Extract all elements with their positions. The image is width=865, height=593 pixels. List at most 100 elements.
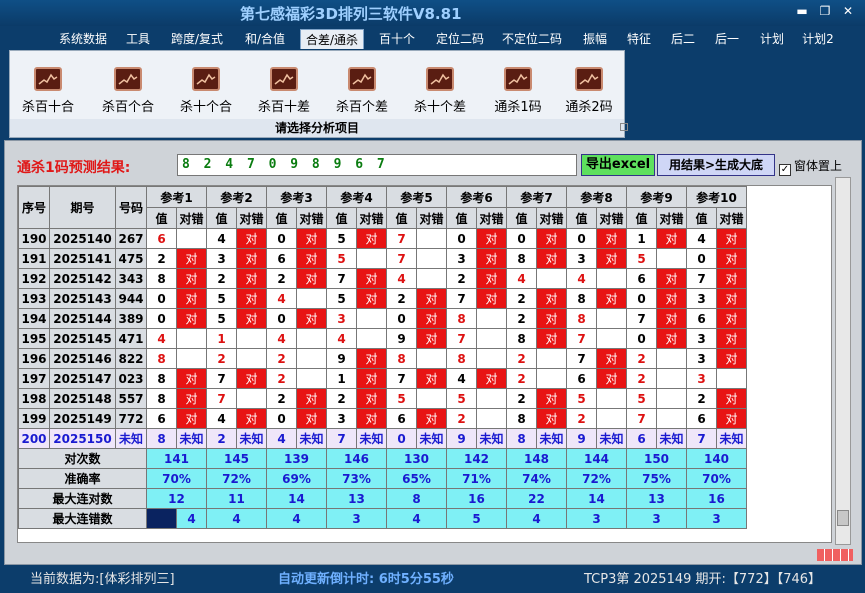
menu-item[interactable]: 计划	[759, 29, 785, 49]
cell-value: 2	[506, 308, 537, 329]
cell-hit	[476, 388, 507, 409]
cell-value: 1	[626, 228, 657, 249]
unknown-cell: 未知	[476, 428, 507, 449]
menu-item[interactable]: 特征	[626, 29, 652, 49]
table-row[interactable]: 198 2025148 557 8 对 7 2 对 2 对 5 5 2 对 5 5 2 对	[18, 388, 747, 409]
cell-hit	[296, 328, 327, 349]
predicted-value: 0	[386, 428, 417, 449]
cell-hit	[176, 348, 207, 369]
table-row[interactable]: 194 2025144 389 0 对 5 对 0 对 3 0 对 8 2 对 8 7 对 6 对	[18, 308, 747, 329]
stats-value: 3	[626, 508, 687, 529]
menu-item[interactable]: 跨度/复式	[168, 29, 226, 49]
hit-header: 对错	[296, 207, 327, 229]
cell-hit: 对	[296, 248, 327, 269]
row-period: 2025142	[49, 268, 116, 289]
cell-value: 7	[686, 268, 717, 289]
cell-hit: 对	[236, 288, 267, 309]
dialog-launcher-icon[interactable]	[620, 123, 628, 131]
menu-item[interactable]: 振幅	[582, 29, 608, 49]
cell-value: 4	[206, 408, 237, 429]
cell-value: 2	[506, 288, 537, 309]
generate-base-button[interactable]: 用结果>生成大底	[657, 154, 775, 176]
ribbon-button[interactable]: 杀百个合	[98, 67, 158, 117]
cell-value: 5	[566, 388, 597, 409]
menu-item[interactable]: 百十个	[378, 29, 416, 49]
table-row[interactable]: 197 2025147 023 8 对 7 对 2 1 对 7 对 4 对 2 6 对 2 3	[18, 368, 747, 389]
stats-value: 5	[446, 508, 507, 529]
table-row[interactable]: 195 2025145 471 4 1 4 4 9 对 7 8 对 7 0 对 3 对	[18, 328, 747, 349]
cell-value: 7	[326, 268, 357, 289]
cell-value: 8	[146, 268, 177, 289]
cell-hit	[656, 408, 687, 429]
ribbon-button[interactable]: 通杀2码	[559, 67, 619, 117]
cell-value: 6	[686, 408, 717, 429]
hit-header: 对错	[176, 207, 207, 229]
cell-value: 0	[146, 308, 177, 329]
cell-hit: 对	[656, 228, 687, 249]
cell-hit: 对	[176, 388, 207, 409]
restore-button[interactable]: ❐	[815, 4, 835, 20]
ribbon-button-label: 杀百个合	[101, 100, 154, 115]
menu-item[interactable]: 定位二码	[434, 29, 486, 49]
table-row[interactable]: 199 2025149 772 6 对 4 对 0 对 3 对 6 对 2 8 对 2 7 6 对	[18, 408, 747, 429]
table-row[interactable]: 191 2025141 475 2 对 3 对 6 对 5 7 3 对 8 对 3 对 5 0 对	[18, 248, 747, 269]
export-excel-button[interactable]: 导出excel	[581, 154, 655, 176]
chart-icon	[192, 67, 220, 91]
stats-value: 16	[686, 488, 747, 509]
prediction-result-field[interactable]: 8 2 4 7 0 9 8 9 6 7	[177, 154, 577, 176]
cell-hit	[416, 348, 447, 369]
ribbon-button[interactable]: 杀十个合	[176, 67, 236, 117]
cell-hit	[596, 408, 627, 429]
cell-value: 3	[686, 288, 717, 309]
ribbon-caption: 请选择分析项目	[10, 119, 624, 137]
row-seq: 192	[18, 268, 50, 289]
cell-hit: 对	[236, 368, 267, 389]
ribbon-button[interactable]: 杀百个差	[332, 67, 392, 117]
scroll-thumb[interactable]	[837, 510, 849, 526]
table-row[interactable]: 190 2025140 267 6 4 对 0 对 5 对 7 0 对 0 对 0 对 1 对 4 对	[18, 228, 747, 249]
cell-hit: 对	[296, 408, 327, 429]
menu-item[interactable]: 不定位二码	[500, 29, 564, 49]
cell-value: 6	[626, 268, 657, 289]
ribbon-button[interactable]: 杀百十合	[18, 67, 78, 117]
seq-header: 序号	[18, 186, 50, 229]
table-row[interactable]: 192 2025142 343 8 对 2 对 2 对 7 对 4 2 对 4 4 6 对 7 对	[18, 268, 747, 289]
menu-item[interactable]: 和/合值	[242, 29, 288, 49]
data-source-text: 当前数据为:[体彩排列三]	[30, 572, 175, 587]
ribbon-button[interactable]: 通杀1码	[488, 67, 548, 117]
checkbox-check-icon[interactable]: ✓	[779, 164, 791, 176]
topmost-checkbox[interactable]: ✓ 窗体置上	[779, 157, 842, 176]
cell-hit: 对	[236, 308, 267, 329]
menu-item[interactable]: 后二	[670, 29, 696, 49]
table-row[interactable]: 193 2025143 944 0 对 5 对 4 5 对 2 对 7 对 2 对 8 对 0 对 3 对	[18, 288, 747, 309]
cell-hit: 对	[416, 308, 447, 329]
cell-value: 8	[386, 348, 417, 369]
ribbon-button[interactable]: 杀百十差	[254, 67, 314, 117]
cell-hit: 对	[476, 248, 507, 269]
table-row[interactable]: 196 2025146 822 8 2 2 9 对 8 8 2 7 对 2 3 对	[18, 348, 747, 369]
menu-item[interactable]: 系统数据	[57, 29, 109, 49]
cell-value: 0	[686, 248, 717, 269]
menu-item[interactable]: 工具	[125, 29, 151, 49]
status-bar: 当前数据为:[体彩排列三] 自动更新倒计时: 6时5分55秒 TCP3第 202…	[0, 566, 865, 593]
stats-value: 65%	[386, 468, 447, 489]
menu-item[interactable]: 后一	[714, 29, 740, 49]
close-button[interactable]: ✕	[838, 4, 858, 20]
menu-item[interactable]: 计划2	[801, 29, 835, 49]
cell-value: 4	[566, 268, 597, 289]
cell-value: 5	[626, 248, 657, 269]
prediction-row[interactable]: 200 2025150 未知 8 未知 2 未知 4 未知 7 未知 0 未知 9 未知 8 未知 9 未知 6 未知 7…	[18, 428, 747, 449]
cell-value: 8	[446, 348, 477, 369]
minimize-button[interactable]: ▬	[792, 4, 812, 20]
ribbon-button[interactable]: 杀十个差	[410, 67, 470, 117]
cell-value: 3	[686, 328, 717, 349]
cell-hit	[416, 228, 447, 249]
ribbon-button-label: 杀百个差	[335, 100, 388, 115]
cell-hit: 对	[356, 388, 387, 409]
vertical-scrollbar[interactable]	[835, 177, 851, 545]
countdown-text: 自动更新倒计时: 6时5分55秒	[278, 572, 454, 587]
cell-hit	[416, 268, 447, 289]
cell-value: 4	[206, 228, 237, 249]
cell-value: 3	[326, 308, 357, 329]
menu-item[interactable]: 合差/通杀	[300, 29, 364, 49]
